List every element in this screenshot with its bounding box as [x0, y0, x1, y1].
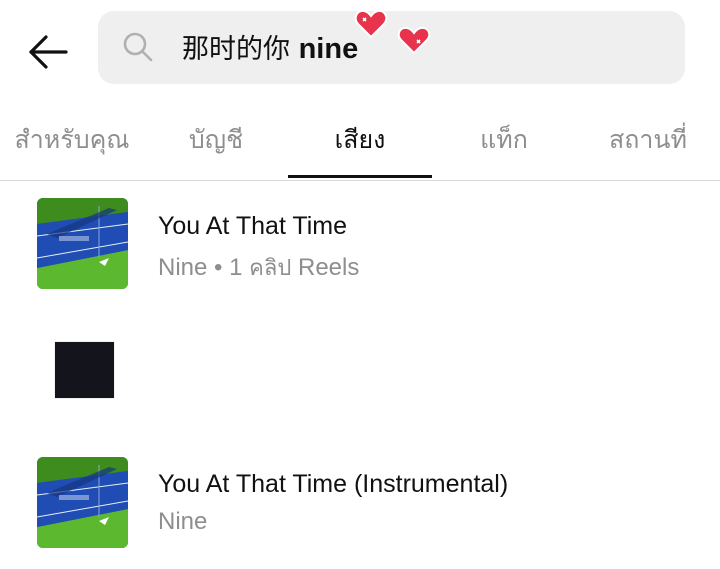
tab-tags[interactable]: แท็ก	[432, 104, 576, 180]
tab-for-you[interactable]: สำหรับคุณ	[0, 104, 144, 180]
result-artist: Nine	[158, 508, 208, 535]
reels-count: 1	[229, 254, 243, 281]
arrow-left-icon	[29, 35, 68, 69]
instagram-search-screen: 那时的你 nine สำหรับคุณ บัญชี เสียง แท็ก สถา…	[0, 0, 720, 569]
search-input[interactable]: 那时的你 nine	[98, 11, 685, 84]
result-title: You At That Time (Instrumental)	[158, 470, 509, 498]
audio-result-row[interactable]: You At That Time Nine • 1 คลิป Reels	[0, 190, 720, 300]
tab-places[interactable]: สถานที่	[576, 104, 720, 180]
tab-audio[interactable]: เสียง	[288, 104, 432, 180]
result-subtitle: Nine • 1 คลิป Reels	[158, 250, 359, 285]
back-button[interactable]	[20, 24, 76, 80]
search-icon	[123, 32, 153, 62]
search-query-cjk: 那时的你	[182, 34, 290, 65]
album-cover	[37, 457, 128, 548]
result-title: You At That Time	[158, 212, 348, 240]
album-cover	[37, 198, 128, 289]
search-tabs: สำหรับคุณ บัญชี เสียง แท็ก สถานที่	[0, 104, 720, 181]
result-artist: Nine	[158, 254, 208, 281]
reels-suffix: Reels	[297, 254, 360, 281]
heart-sticker-icon	[397, 26, 431, 55]
reels-word: คลิป	[249, 256, 292, 281]
heart-sticker-icon	[354, 9, 388, 39]
search-query[interactable]: 那时的你 nine	[182, 29, 358, 69]
album-cover-blank	[55, 342, 114, 398]
search-query-latin: nine	[298, 33, 359, 65]
audio-result-row[interactable]	[0, 320, 720, 420]
tab-accounts[interactable]: บัญชี	[144, 104, 288, 180]
audio-result-row[interactable]: You At That Time (Instrumental) Nine	[0, 450, 720, 560]
active-tab-indicator	[288, 175, 432, 178]
separator-dot: •	[214, 254, 223, 281]
